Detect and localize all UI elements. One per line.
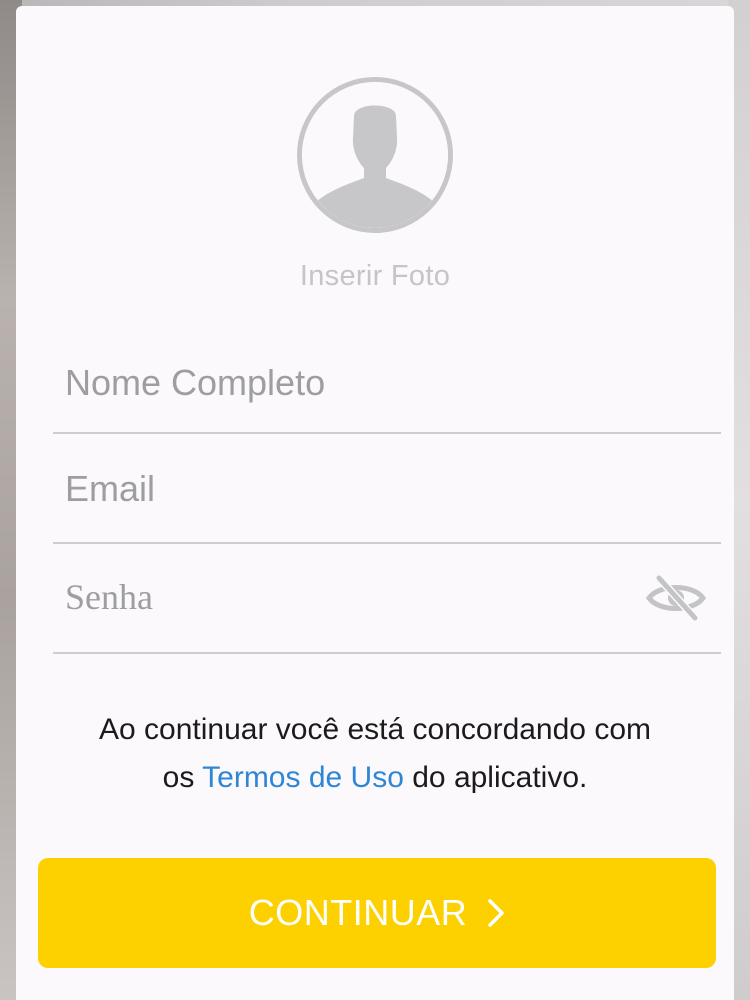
terms-of-use-link[interactable]: Termos de Uso bbox=[202, 761, 404, 794]
password-input[interactable] bbox=[65, 544, 625, 650]
terms-suffix: do aplicativo. bbox=[412, 761, 588, 794]
continue-label: CONTINUAR bbox=[248, 892, 468, 933]
email-input[interactable] bbox=[65, 436, 625, 542]
user-silhouette-icon bbox=[302, 82, 448, 228]
terms-text: Ao continuar você está concordando com o… bbox=[0, 706, 750, 802]
terms-os: os bbox=[162, 761, 195, 794]
signup-card: Inserir Foto Ao continuar você está conc… bbox=[16, 6, 734, 1000]
terms-line-1: Ao continuar você está concordando com bbox=[99, 713, 651, 746]
insert-photo-label[interactable]: Inserir Foto bbox=[16, 260, 734, 293]
chevron-right-icon bbox=[488, 899, 504, 927]
password-field bbox=[53, 544, 721, 654]
email-field bbox=[53, 436, 721, 544]
eye-off-icon[interactable] bbox=[645, 572, 707, 622]
continue-button[interactable]: CONTINUAR bbox=[38, 858, 716, 968]
avatar-photo-picker[interactable] bbox=[297, 77, 453, 233]
terms-line-2: os Termos de Uso do aplicativo. bbox=[0, 754, 750, 802]
full-name-input[interactable] bbox=[65, 330, 625, 436]
full-name-field bbox=[53, 326, 721, 436]
